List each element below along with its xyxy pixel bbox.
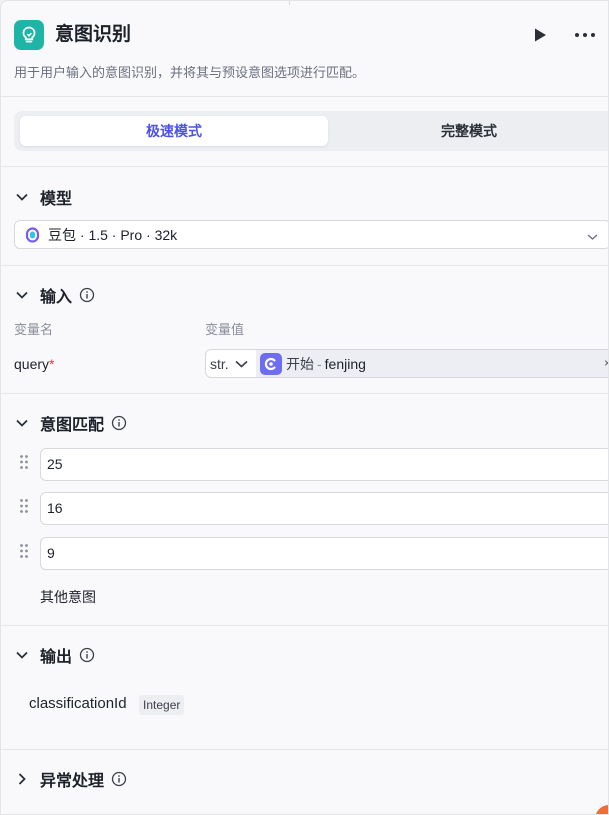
divider (1, 625, 608, 626)
lightbulb-icon (14, 20, 44, 50)
intent-input[interactable]: 9 (40, 537, 608, 570)
ref-node-name: 开始 (286, 355, 314, 372)
output-section-title: 输出 (40, 649, 73, 666)
info-icon[interactable] (79, 647, 95, 663)
panel-header: 意图识别 用于用户输入的意图识别，并将其与预设意图选项进行匹配。 (1, 1, 608, 97)
ref-separator: - (317, 355, 322, 372)
drag-handle-icon[interactable] (19, 454, 29, 470)
chevron-down-icon (235, 360, 248, 368)
tab-fast-mode[interactable]: 极速模式 (20, 116, 328, 146)
info-icon[interactable] (111, 771, 127, 787)
model-select[interactable]: 豆包 · 1.5 · Pro · 32k (14, 220, 608, 249)
divider (1, 393, 608, 394)
drag-handle-icon[interactable] (19, 543, 29, 559)
intent-section-title: 意图匹配 (40, 417, 105, 434)
divider (1, 265, 608, 266)
model-name: 豆包 · 1.5 · Pro · 32k (48, 226, 178, 243)
start-node-icon (260, 352, 282, 375)
clear-icon[interactable]: × (604, 356, 608, 370)
column-label-name: 变量名 (14, 322, 54, 337)
info-icon[interactable] (111, 415, 127, 431)
chevron-right-icon (14, 771, 30, 787)
error-handling-section-title: 异常处理 (40, 773, 105, 790)
chevron-down-icon (14, 415, 30, 431)
info-icon[interactable] (79, 287, 95, 303)
model-section-header[interactable]: 模型 (14, 185, 72, 209)
node-config-panel: 意图识别 用于用户输入的意图识别，并将其与预设意图选项进行匹配。 极速模式 完整… (0, 0, 609, 815)
ref-variable-name: fenjing (324, 355, 366, 372)
chevron-down-icon (587, 228, 598, 246)
type-value: str. (210, 355, 229, 372)
drag-handle-icon[interactable] (19, 498, 29, 514)
input-var-name: query* (14, 353, 54, 375)
var-name-text: query (14, 356, 50, 372)
output-var-name: classificationId (29, 695, 127, 712)
chevron-down-icon (14, 189, 30, 205)
output-type-badge: Integer (139, 695, 185, 715)
intent-input[interactable]: 16 (40, 492, 608, 525)
column-label-value: 变量值 (205, 322, 245, 337)
input-section-header[interactable]: 输入 (14, 283, 95, 307)
error-handling-section-header[interactable]: 异常处理 (14, 767, 127, 791)
floating-action-button[interactable] (595, 805, 608, 814)
model-section-title: 模型 (40, 191, 73, 208)
tab-full-mode[interactable]: 完整模式 (334, 116, 604, 146)
play-icon[interactable] (528, 23, 552, 47)
type-select[interactable]: str. (205, 349, 257, 378)
output-section-header[interactable]: 输出 (14, 643, 95, 667)
node-description: 用于用户输入的意图识别，并将其与预设意图选项进行匹配。 (14, 65, 366, 80)
chevron-down-icon (14, 287, 30, 303)
divider (1, 166, 608, 167)
variable-reference-field[interactable]: 开始 - fenjing × (256, 349, 608, 378)
intent-input[interactable]: 25 (40, 448, 608, 481)
node-title[interactable]: 意图识别 (55, 21, 131, 49)
input-section-title: 输入 (40, 289, 73, 306)
more-horizontal-icon[interactable] (571, 23, 599, 47)
required-mark: * (49, 356, 55, 372)
doubao-logo-icon (25, 226, 41, 243)
other-intent-label: 其他意图 (40, 589, 96, 605)
intent-section-header[interactable]: 意图匹配 (14, 411, 127, 435)
mode-switch: 极速模式 完整模式 (14, 111, 608, 151)
chevron-down-icon (14, 647, 30, 663)
divider (1, 749, 608, 750)
